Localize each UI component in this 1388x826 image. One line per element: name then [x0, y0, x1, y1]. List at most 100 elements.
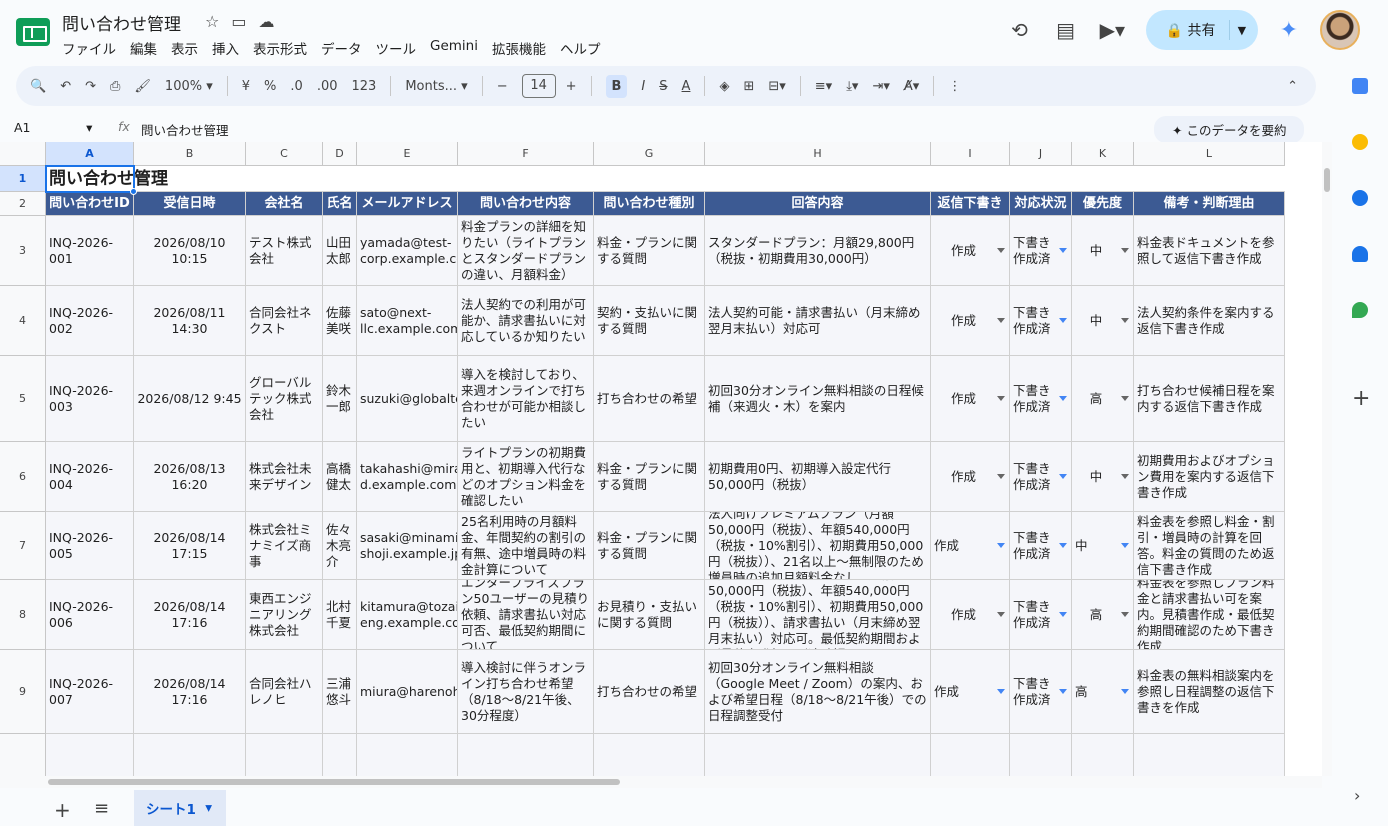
table-cell[interactable]: sato@next-llc.example.com — [357, 286, 458, 356]
expand-side-panel-icon[interactable]: › — [1354, 786, 1360, 805]
chevron-down-icon[interactable] — [997, 688, 1005, 694]
row-header[interactable]: 9 — [0, 650, 46, 734]
table-cell[interactable]: 株式会社未来デザイン — [246, 442, 323, 512]
chevron-down-icon[interactable] — [1059, 395, 1067, 401]
font-size-input[interactable]: 14 — [521, 74, 556, 98]
table-cell[interactable]: 合同会社ネクスト — [246, 286, 323, 356]
bold-button[interactable]: B — [605, 74, 628, 98]
table-cell[interactable]: 作成 — [931, 580, 1010, 650]
increase-font-size-icon[interactable]: + — [566, 79, 577, 94]
table-cell[interactable] — [705, 734, 931, 776]
table-header-cell[interactable]: 問い合わせID — [46, 192, 134, 216]
chevron-down-icon[interactable] — [1059, 247, 1067, 253]
table-cell[interactable]: スタンダードプラン：月額29,800円（税抜・初期費用30,000円） — [705, 216, 931, 286]
chevron-down-icon[interactable] — [1059, 473, 1067, 479]
keep-icon[interactable] — [1352, 134, 1368, 150]
chevron-down-icon[interactable] — [997, 247, 1005, 253]
table-cell[interactable] — [1072, 734, 1134, 776]
table-cell[interactable] — [246, 734, 323, 776]
menu-view[interactable]: 表示 — [171, 38, 198, 58]
column-header-f[interactable]: F — [458, 142, 594, 166]
decrease-font-size-icon[interactable]: − — [497, 79, 508, 94]
table-cell[interactable]: takahashi@mirai-d.example.com — [357, 442, 458, 512]
table-cell[interactable]: 中 — [1072, 216, 1134, 286]
table-cell[interactable]: 社内システムからの — [458, 734, 594, 776]
table-cell[interactable]: 25名利用時の月額料金、年間契約の割引の有無、途中増員時の料金計算について — [458, 512, 594, 580]
table-cell[interactable]: kitamura@tozai-eng.example.co.jp — [357, 580, 458, 650]
table-cell[interactable]: 契約・支払いに関する質問 — [594, 286, 705, 356]
table-cell[interactable]: 作成 — [931, 650, 1010, 734]
table-cell[interactable]: 打ち合わせの希望 — [594, 356, 705, 442]
table-cell[interactable]: 作成 — [931, 216, 1010, 286]
horizontal-scrollbar[interactable] — [0, 776, 1322, 788]
chevron-down-icon[interactable] — [997, 395, 1005, 401]
table-cell[interactable]: 2026/08/10 10:15 — [134, 216, 246, 286]
meet-icon[interactable]: ▶▾ — [1100, 18, 1125, 42]
table-cell[interactable]: 料金プランの詳細を知りたい（ライトプランとスタンダードプランの違い、月額料金） — [458, 216, 594, 286]
table-cell[interactable]: 高 — [1072, 650, 1134, 734]
chevron-down-icon[interactable] — [1121, 473, 1129, 479]
text-wrapping-icon[interactable]: ⇥▾ — [872, 79, 889, 94]
table-cell[interactable]: テスト株式会社 — [246, 216, 323, 286]
italic-button[interactable]: I — [641, 79, 645, 94]
table-cell[interactable]: INQ-2026-003 — [46, 356, 134, 442]
star-icon[interactable]: ☆ — [205, 12, 219, 31]
table-cell[interactable]: お見積り・支払いに関する質問 — [594, 580, 705, 650]
table-cell[interactable]: 下書き作成済 — [1010, 286, 1072, 356]
document-title[interactable]: 問い合わせ管理 — [62, 10, 181, 35]
table-cell[interactable]: 三浦悠斗 — [323, 650, 357, 734]
table-cell[interactable]: 東西エンジニアリング株式会社 — [246, 580, 323, 650]
search-menus-icon[interactable]: 🔍 — [30, 79, 46, 94]
table-cell[interactable]: 山田太郎 — [323, 216, 357, 286]
table-cell[interactable]: INQ-2026-001 — [46, 216, 134, 286]
column-header-g[interactable]: G — [594, 142, 705, 166]
comments-icon[interactable]: ▤ — [1054, 18, 1078, 42]
row-header[interactable] — [0, 734, 46, 776]
table-cell[interactable]: 打ち合わせ候補日程を案内する返信下書き作成 — [1134, 356, 1285, 442]
spreadsheet-grid[interactable]: A B C D E F G H I J K L 1 2 3 4 5 6 7 8 9 問い合わせ管理 問い合わせID 受信日時会… — [0, 142, 1322, 776]
table-cell[interactable]: 法人向けプレミアムプラン（月額50,000円（税抜）、年額540,000円（税抜… — [705, 580, 931, 650]
cloud-status-icon[interactable]: ☁ — [258, 12, 274, 31]
share-button[interactable]: 🔒 共有 ▼ — [1145, 10, 1258, 50]
add-addon-icon[interactable]: + — [1352, 386, 1370, 411]
table-cell[interactable]: 下書き作成済 — [1010, 356, 1072, 442]
table-cell[interactable] — [1010, 734, 1072, 776]
maps-icon[interactable] — [1352, 302, 1368, 318]
table-cell[interactable]: 下書き作成済 — [1010, 216, 1072, 286]
table-cell[interactable]: 佐々木亮介 — [323, 512, 357, 580]
row-header[interactable]: 8 — [0, 580, 46, 650]
row-header[interactable]: 7 — [0, 512, 46, 580]
row-header[interactable]: 5 — [0, 356, 46, 442]
table-cell[interactable]: 中 — [1072, 512, 1134, 580]
table-cell[interactable]: 下書き作成済 — [1010, 512, 1072, 580]
table-cell[interactable]: 株式会社ミナミイズ商事 — [246, 512, 323, 580]
contacts-icon[interactable] — [1352, 246, 1368, 262]
table-cell[interactable]: 中 — [1072, 286, 1134, 356]
row-header[interactable]: 6 — [0, 442, 46, 512]
table-header-cell[interactable]: 問い合わせ内容 — [458, 192, 594, 216]
table-cell[interactable]: ライトプランの初期費用と、初期導入代行などのオプション料金を確認したい — [458, 442, 594, 512]
all-sheets-icon[interactable]: ≡ — [94, 798, 109, 819]
table-cell[interactable]: 初回30分オンライン無料相談（Google Meet / Zoom）の案内、およ… — [705, 650, 931, 734]
percent-format-button[interactable]: % — [264, 79, 276, 94]
table-header-cell[interactable]: 返信下書き — [931, 192, 1010, 216]
table-header-cell[interactable]: 問い合わせ種別 — [594, 192, 705, 216]
table-cell[interactable]: 2026/08/11 14:30 — [134, 286, 246, 356]
table-cell[interactable]: 法人向けプレミアムプラン（月額50,000円（税抜）、年額540,000円（税抜… — [705, 512, 931, 580]
paint-format-icon[interactable]: 🖌 — [134, 79, 151, 94]
row-header[interactable]: 4 — [0, 286, 46, 356]
table-cell[interactable]: 2026/08/12 9:45 — [134, 356, 246, 442]
chevron-down-icon[interactable] — [1059, 317, 1067, 323]
menu-gemini[interactable]: Gemini — [430, 38, 478, 58]
table-cell[interactable]: 料金・プランに関する質問 — [594, 442, 705, 512]
table-cell[interactable]: 合同会社ハレノヒ — [246, 650, 323, 734]
chevron-down-icon[interactable] — [1059, 688, 1067, 694]
table-cell[interactable]: miura@harenohi.example.com — [357, 650, 458, 734]
undo-icon[interactable]: ↶ — [60, 79, 71, 94]
chevron-down-icon[interactable] — [997, 542, 1005, 548]
column-header-b[interactable]: B — [134, 142, 246, 166]
table-header-cell[interactable]: 氏名 — [323, 192, 357, 216]
summarize-data-button[interactable]: ✦ このデータを要約 — [1154, 116, 1305, 143]
table-cell[interactable]: 中 — [1072, 442, 1134, 512]
table-cell[interactable]: 高橋健太 — [323, 442, 357, 512]
